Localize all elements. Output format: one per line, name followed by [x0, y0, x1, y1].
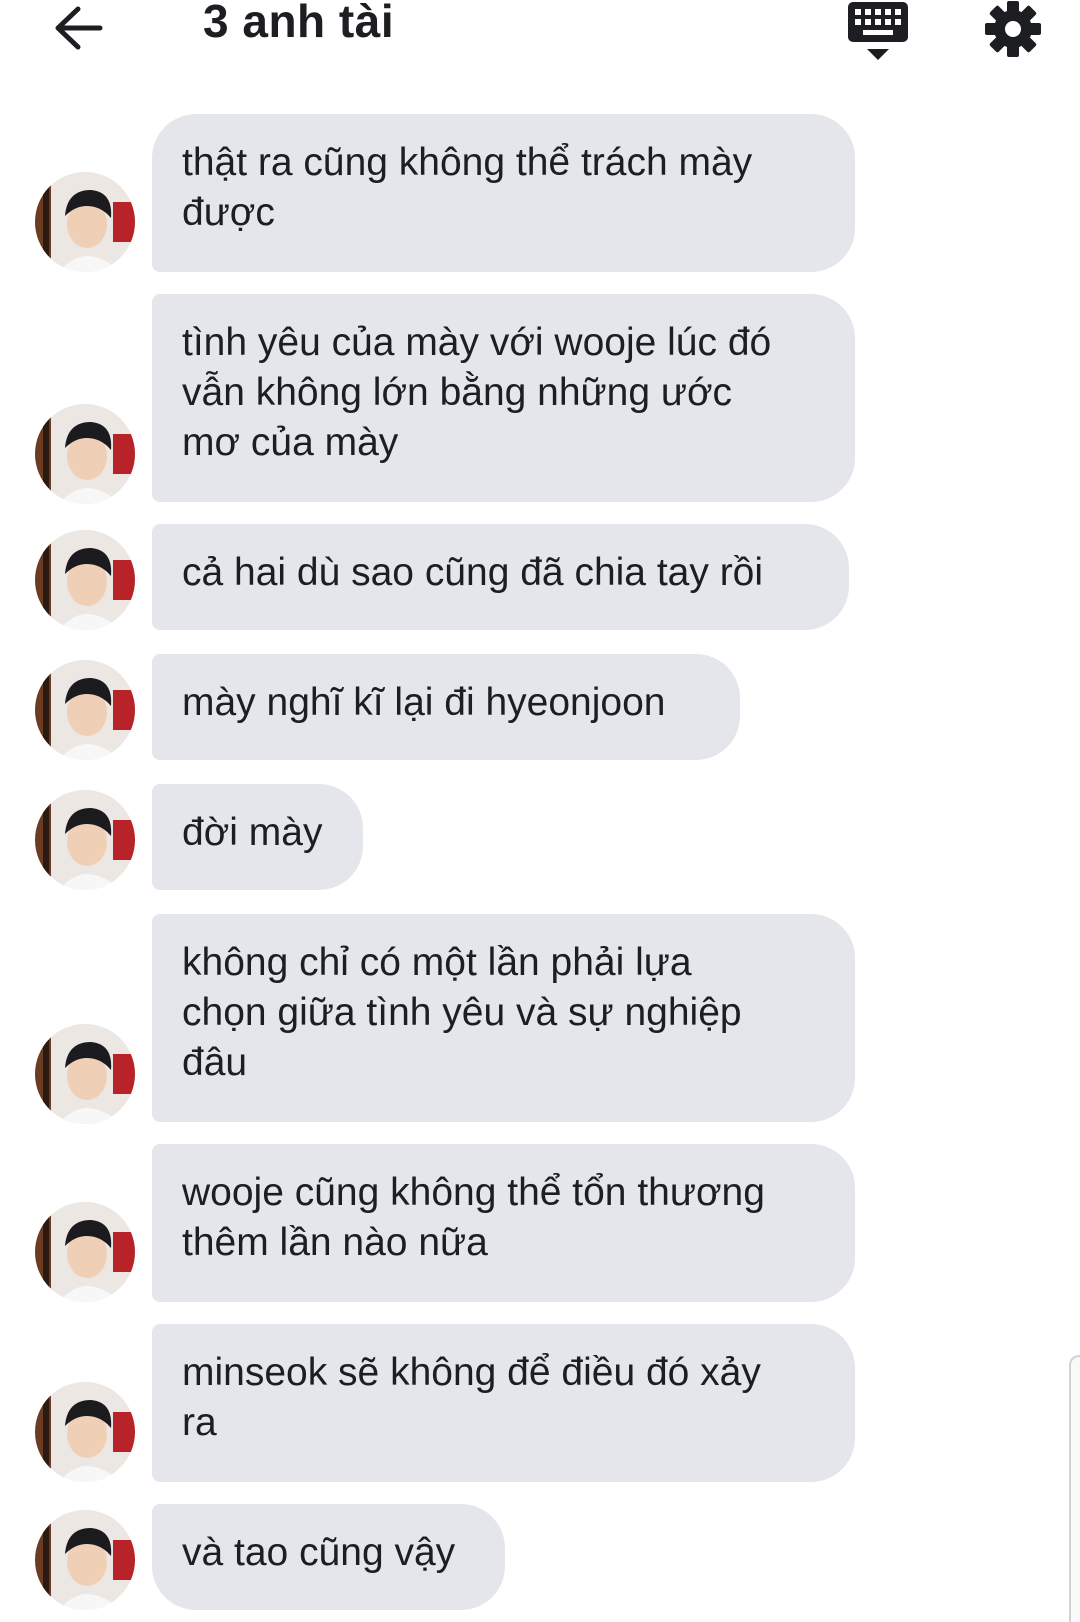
message-row: đời mày: [0, 784, 1080, 890]
message-bubble[interactable]: không chỉ có một lần phải lựa chọn giữa …: [152, 914, 855, 1122]
sender-avatar[interactable]: [35, 1024, 135, 1124]
avatar-icon: [35, 1202, 135, 1302]
avatar-icon: [35, 1024, 135, 1124]
message-bubble[interactable]: và tao cũng vậy: [152, 1504, 505, 1610]
sender-avatar[interactable]: [35, 1382, 135, 1482]
message-row: thật ra cũng không thể trách mày được: [0, 114, 1080, 272]
message-bubble[interactable]: tình yêu của mày với wooje lúc đó vẫn kh…: [152, 294, 855, 502]
sender-avatar[interactable]: [35, 1510, 135, 1610]
sender-avatar[interactable]: [35, 1202, 135, 1302]
message-row: minseok sẽ không để điều đó xảy ra: [0, 1324, 1080, 1482]
avatar-icon: [35, 1510, 135, 1610]
message-row: tình yêu của mày với wooje lúc đó vẫn kh…: [0, 294, 1080, 504]
avatar-icon: [35, 172, 135, 272]
message-row: mày nghĩ kĩ lại đi hyeonjoon: [0, 654, 1080, 760]
message-list: thật ra cũng không thể trách mày được tì…: [0, 0, 1080, 1622]
message-row: và tao cũng vậy: [0, 1504, 1080, 1610]
message-bubble[interactable]: wooje cũng không thể tổn thương thêm lần…: [152, 1144, 855, 1302]
message-bubble[interactable]: thật ra cũng không thể trách mày được: [152, 114, 855, 272]
avatar-icon: [35, 660, 135, 760]
sender-avatar[interactable]: [35, 530, 135, 630]
avatar-icon: [35, 790, 135, 890]
sender-avatar[interactable]: [35, 790, 135, 890]
message-bubble[interactable]: mày nghĩ kĩ lại đi hyeonjoon: [152, 654, 740, 760]
side-panel-edge[interactable]: [1069, 1355, 1080, 1622]
message-row: wooje cũng không thể tổn thương thêm lần…: [0, 1144, 1080, 1302]
sender-avatar[interactable]: [35, 404, 135, 504]
avatar-icon: [35, 530, 135, 630]
message-bubble[interactable]: đời mày: [152, 784, 363, 890]
message-bubble[interactable]: minseok sẽ không để điều đó xảy ra: [152, 1324, 855, 1482]
sender-avatar[interactable]: [35, 172, 135, 272]
avatar-icon: [35, 404, 135, 504]
avatar-icon: [35, 1382, 135, 1482]
message-row: không chỉ có một lần phải lựa chọn giữa …: [0, 914, 1080, 1124]
sender-avatar[interactable]: [35, 660, 135, 760]
message-row: cả hai dù sao cũng đã chia tay rồi: [0, 524, 1080, 630]
message-bubble[interactable]: cả hai dù sao cũng đã chia tay rồi: [152, 524, 849, 630]
